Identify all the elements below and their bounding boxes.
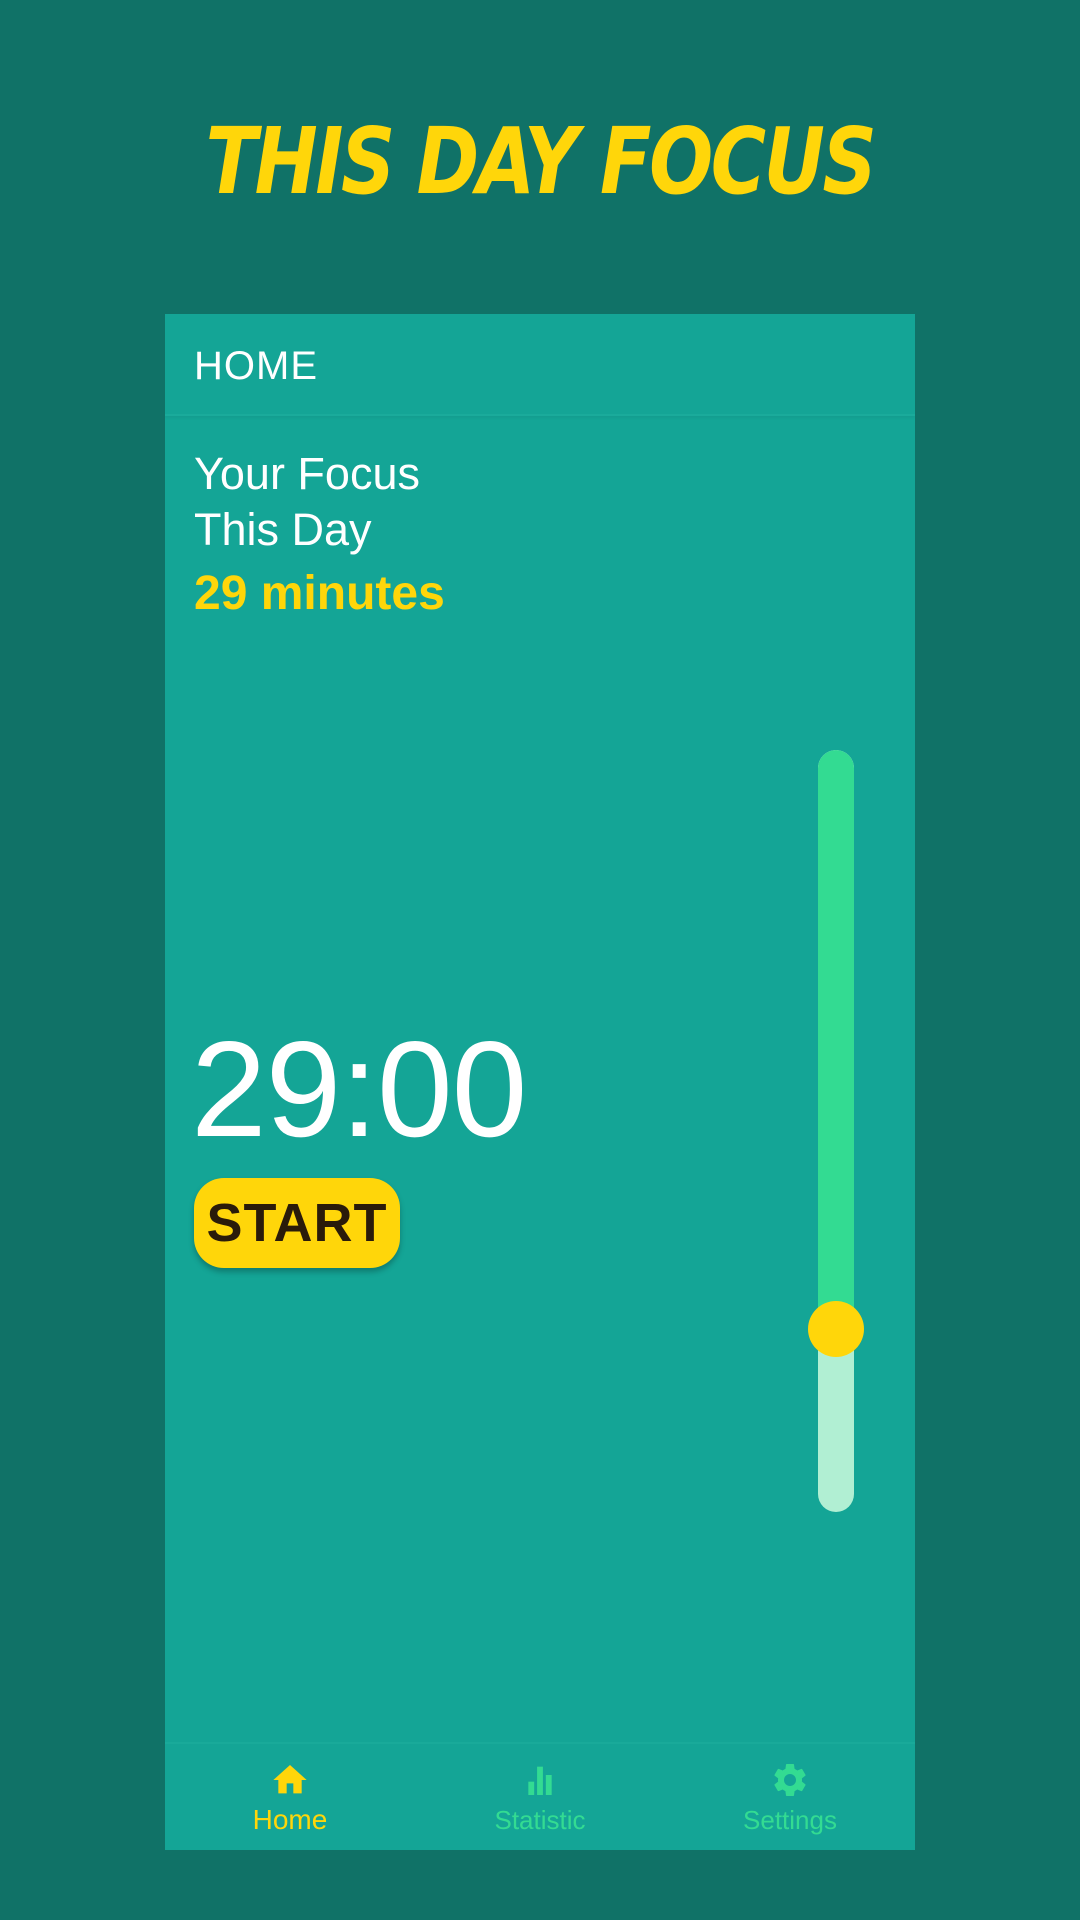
nav-label-settings: Settings [743,1805,837,1835]
bottom-navigation: Home Statistic Settings [165,1742,915,1850]
nav-item-home[interactable]: Home [165,1744,415,1850]
bar-chart-icon [528,1766,552,1795]
nav-item-statistic[interactable]: Statistic [415,1744,665,1850]
focus-minutes-value: 29 minutes [194,567,445,620]
timer-display: 29:00 [191,1013,527,1165]
duration-slider-fill [818,750,854,1329]
focus-label-line2: This Day [194,504,372,555]
nav-item-settings[interactable]: Settings [665,1744,915,1850]
nav-label-statistic: Statistic [494,1805,586,1835]
promo-title: THIS DAY FOCUS [205,108,877,215]
duration-slider-track[interactable] [818,750,854,1512]
phone-screen: HOME Your Focus This Day 29 minutes 29:0… [165,314,915,1850]
start-button[interactable]: START [194,1178,400,1268]
app-bar: HOME [165,314,915,416]
focus-label-line1: Your Focus [194,448,420,499]
gear-icon [774,1764,806,1796]
nav-label-home: Home [252,1804,328,1835]
page-title: HOME [194,344,318,388]
duration-slider-thumb[interactable] [808,1301,864,1357]
home-icon [273,1765,307,1794]
